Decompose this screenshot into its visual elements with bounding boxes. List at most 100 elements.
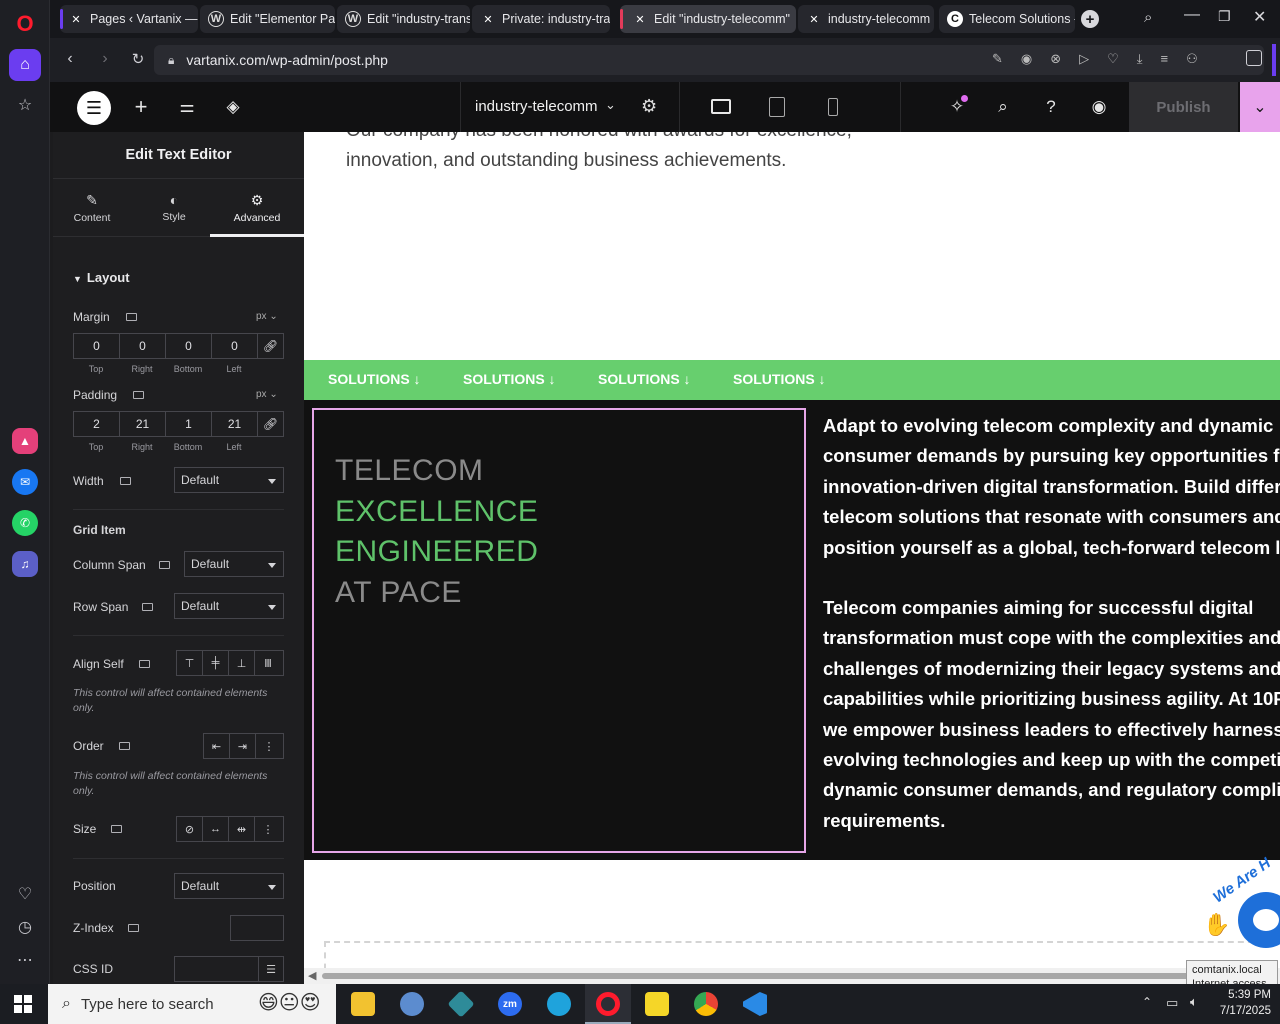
app-paint-icon[interactable] — [400, 992, 424, 1016]
desktop-device-icon[interactable] — [119, 742, 130, 750]
solutions-link[interactable]: SOLUTIONS ↓ — [328, 371, 421, 387]
desktop-view-icon[interactable] — [711, 99, 731, 114]
back-icon[interactable]: ‹ — [60, 50, 80, 68]
drop-zone[interactable] — [324, 941, 1280, 968]
margin-top-input[interactable]: 0 — [74, 334, 120, 358]
taskbar-search-box[interactable]: ⌕ Type here to search 😄😐😍 — [48, 984, 336, 1024]
home-icon[interactable]: ⌂ — [9, 49, 41, 81]
tab-telecom-solutions[interactable]: C Telecom Solutions - — [939, 5, 1075, 33]
tab-private-industry[interactable]: ✕ Private: industry-tra — [472, 5, 610, 33]
desktop-device-icon[interactable] — [133, 391, 144, 399]
search-tabs-icon[interactable]: ⌕ — [1144, 9, 1152, 26]
elementor-logo-icon[interactable]: ☰ — [77, 91, 111, 125]
url-bar-actions-icons[interactable]: ✎◉⊗▷♡⤓≡⚇ — [992, 51, 1216, 67]
padding-right-input[interactable]: 21 — [120, 412, 166, 436]
url-bar[interactable]: 🔒︎ vartanix.com/wp-admin/post.php ✎◉⊗▷♡⤓… — [154, 45, 1264, 75]
order-start-icon[interactable]: ⇤ — [204, 734, 230, 758]
volume-icon[interactable]: 🔈︎ — [1190, 994, 1198, 1010]
publish-button[interactable]: Publish — [1129, 82, 1238, 132]
horizontal-scrollbar[interactable]: ◀ — [304, 968, 1280, 984]
edge-icon[interactable] — [547, 992, 571, 1016]
forward-icon[interactable]: › — [95, 50, 115, 68]
margin-right-input[interactable]: 0 — [120, 334, 166, 358]
tray-chevron-icon[interactable]: ⌃ — [1142, 995, 1152, 1009]
tab-pages[interactable]: ✕ Pages ‹ Vartanix — — [60, 5, 198, 33]
align-center-icon[interactable]: ╪ — [203, 651, 229, 675]
scrollbar-thumb[interactable] — [322, 973, 1192, 979]
chevron-down-icon[interactable]: ⌄ — [605, 97, 616, 113]
order-more-icon[interactable]: ⋮ — [256, 734, 282, 758]
size-more-icon[interactable]: ⋮ — [255, 817, 281, 841]
heart-icon[interactable]: ♡ — [9, 878, 41, 910]
network-icon[interactable]: ▭ — [1166, 995, 1178, 1011]
publish-options-chevron-icon[interactable]: ⌄ — [1240, 82, 1280, 132]
dynamic-tags-icon[interactable]: ☰ — [258, 957, 283, 981]
hero-text-editor-widget[interactable]: TELECOM EXCELLENCE ENGINEERED AT PACE — [312, 408, 806, 853]
desktop-device-icon[interactable] — [142, 603, 153, 611]
file-explorer-icon[interactable] — [351, 992, 375, 1016]
search-icon[interactable]: ⌕ — [991, 95, 1015, 119]
padding-bottom-input[interactable]: 1 — [166, 412, 212, 436]
new-tab-plus-icon[interactable]: + — [1081, 10, 1099, 28]
music-player-icon[interactable]: ♫ — [12, 551, 38, 577]
padding-left-input[interactable]: 21 — [212, 412, 258, 436]
margin-left-input[interactable]: 0 — [212, 334, 258, 358]
windows-start-icon[interactable] — [14, 995, 32, 1013]
desktop-device-icon[interactable] — [120, 477, 131, 485]
link-values-icon[interactable]: 🔗︎ — [258, 334, 283, 358]
zoom-icon[interactable]: zm — [498, 992, 522, 1016]
desktop-device-icon[interactable] — [128, 924, 139, 932]
history-icon[interactable]: ◷ — [9, 911, 41, 943]
desktop-device-icon[interactable] — [139, 660, 150, 668]
cssid-input[interactable]: ☰ — [174, 956, 284, 982]
more-icon[interactable]: ⋯ — [9, 944, 41, 976]
align-end-icon[interactable]: ⊥ — [229, 651, 255, 675]
gear-icon[interactable]: ⚙ — [641, 96, 657, 117]
opera-logo-icon[interactable]: O — [9, 8, 41, 40]
tab-style[interactable]: ◐ Style — [135, 180, 213, 237]
column-span-select[interactable]: Default — [184, 551, 284, 577]
clock[interactable]: 5:39 PM 7/17/2025 — [1213, 987, 1271, 1019]
desktop-device-icon[interactable] — [126, 313, 137, 321]
layout-section-toggle[interactable]: ▼ Layout — [73, 270, 130, 285]
padding-unit[interactable]: px ⌄ — [256, 389, 278, 400]
scroll-left-icon[interactable]: ◀ — [308, 969, 316, 982]
width-select[interactable]: Default — [174, 467, 284, 493]
order-end-icon[interactable]: ⇥ — [230, 734, 256, 758]
desktop-device-icon[interactable] — [159, 561, 170, 569]
sticky-notes-icon[interactable] — [645, 992, 669, 1016]
row-span-select[interactable]: Default — [174, 593, 284, 619]
zindex-input[interactable] — [230, 915, 284, 941]
app-aria-icon[interactable]: ▲ — [12, 428, 38, 454]
tab-content[interactable]: ✎ Content — [53, 180, 131, 237]
mobile-view-icon[interactable] — [828, 98, 838, 116]
reload-icon[interactable]: ↻ — [128, 50, 148, 68]
chrome-icon[interactable] — [694, 992, 718, 1016]
page-name-dropdown[interactable]: industry-telecomm — [475, 98, 598, 115]
vscode-icon[interactable] — [743, 992, 767, 1016]
desktop-device-icon[interactable] — [111, 825, 122, 833]
tab-edit-elementor[interactable]: W Edit "Elementor Pag — [200, 5, 335, 33]
opera-taskbar-button[interactable] — [585, 984, 631, 1024]
solutions-link[interactable]: SOLUTIONS ↓ — [598, 371, 691, 387]
minimize-icon[interactable]: — — [1184, 6, 1200, 24]
size-none-icon[interactable]: ⊘ — [177, 817, 203, 841]
tab-edit-industry-telecomm[interactable]: ✕ Edit "industry-telecomm" — [620, 5, 796, 33]
solutions-link[interactable]: SOLUTIONS ↓ — [733, 371, 826, 387]
align-start-icon[interactable]: ⊤ — [177, 651, 203, 675]
maximize-icon[interactable]: ❐ — [1218, 8, 1231, 25]
help-icon[interactable]: ? — [1039, 95, 1063, 119]
structure-layers-icon[interactable]: ◈ — [221, 95, 245, 119]
extensions-box-icon[interactable] — [1246, 50, 1262, 66]
close-window-icon[interactable]: ✕ — [1253, 7, 1266, 27]
tab-edit-industry-transp[interactable]: W Edit "industry-transp — [337, 5, 470, 33]
chat-button[interactable] — [1238, 892, 1280, 948]
star-icon[interactable]: ☆ — [9, 89, 41, 121]
tablet-view-icon[interactable] — [769, 97, 785, 117]
align-stretch-icon[interactable]: Ⅲ — [255, 651, 281, 675]
solutions-link[interactable]: SOLUTIONS ↓ — [463, 371, 556, 387]
add-element-plus-icon[interactable]: + — [129, 94, 153, 119]
size-grow-icon[interactable]: ↔ — [203, 817, 229, 841]
link-values-icon[interactable]: 🔗︎ — [258, 412, 283, 436]
padding-top-input[interactable]: 2 — [74, 412, 120, 436]
